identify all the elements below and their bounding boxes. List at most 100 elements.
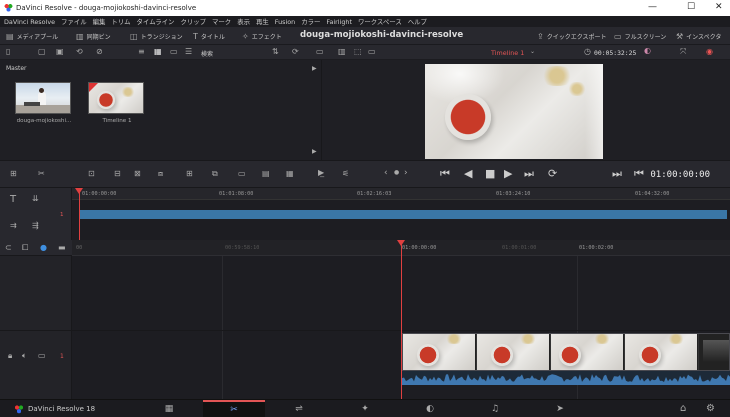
page-edit[interactable]: ⇌ [268, 400, 330, 417]
transform-icon[interactable]: ⤧ [680, 48, 686, 56]
audio-waveform[interactable] [402, 371, 730, 385]
settings-icon[interactable]: ⚙ [706, 403, 715, 414]
linked-selection-icon[interactable]: ⧠ [22, 244, 28, 252]
speaker-icon[interactable]: 🔈︎ [22, 352, 27, 360]
sidebar-toggle-icon[interactable]: ▯ [6, 48, 10, 56]
lock-icon[interactable]: 🔒︎ [8, 352, 12, 360]
insert-icon[interactable]: ⊡ [88, 170, 95, 178]
close-up-icon[interactable]: ▤ [262, 170, 270, 178]
fullscreen-button[interactable]: ▭ フルスクリーン [614, 32, 666, 41]
menu-davinci[interactable]: DaVinci Resolve [4, 18, 55, 26]
loop-icon[interactable]: ⟳ [548, 168, 557, 179]
media-clip-timeline[interactable]: Timeline 1 [88, 82, 146, 124]
viewer-zoom-icon[interactable]: ⬚ [354, 48, 362, 56]
audio-track-icon[interactable]: ⇶ [32, 222, 39, 230]
menu-timeline[interactable]: タイムライン [137, 17, 175, 26]
sort-icon[interactable]: ⇅ [272, 48, 279, 56]
media-clip-video[interactable]: douga-mojiokoshi... [15, 82, 73, 124]
page-cut[interactable]: ✂ [203, 400, 265, 417]
mini-timeline[interactable]: 01:00:00:00 01:01:08:00 01:02:16:03 01:0… [60, 188, 730, 240]
play-icon[interactable]: ▶ [504, 168, 512, 179]
refresh-icon[interactable]: ⟳ [292, 48, 299, 56]
monitor-icon[interactable]: ▭ [38, 352, 46, 360]
quick-export-button[interactable]: ⇪ クイックエクスポート [537, 32, 607, 41]
jog-dot-icon[interactable]: ● [394, 170, 399, 176]
collapse-media-icon[interactable]: ▶ [312, 66, 317, 72]
play-reverse-icon[interactable]: ◀ [464, 168, 472, 179]
title-track-icon[interactable]: T [10, 195, 16, 205]
transitions-button[interactable]: ◫ トランジション [130, 32, 183, 41]
menu-playback[interactable]: 再生 [256, 17, 269, 26]
stop-icon[interactable]: ■ [485, 168, 495, 179]
menu-clip[interactable]: クリップ [180, 17, 206, 26]
timeline-playhead[interactable] [401, 242, 402, 399]
list-view-icon[interactable]: ≡ [138, 48, 145, 56]
mini-playhead-handle[interactable] [75, 188, 83, 194]
filmstrip-view-icon[interactable]: ▭ [170, 48, 178, 56]
page-deliver[interactable]: ➤ [529, 400, 591, 417]
fit-to-fill-icon[interactable]: ⧈ [158, 170, 163, 178]
ripple-icon[interactable]: ⧉ [212, 170, 218, 178]
menu-edit[interactable]: 編集 [93, 17, 106, 26]
replace-icon[interactable]: ⊠ [134, 170, 141, 178]
snapping-icon[interactable]: ⊂ [5, 244, 12, 252]
titles-button[interactable]: T タイトル [193, 32, 225, 41]
timeline-playhead-handle[interactable] [397, 240, 405, 246]
home-icon[interactable]: ⌂ [680, 403, 686, 414]
go-to-start-icon[interactable]: ⏮ [440, 168, 450, 179]
search-label[interactable]: 検索 [201, 49, 213, 58]
smart-bin-icon[interactable]: ⊘ [96, 48, 103, 56]
media-pool-button[interactable]: ▤ メディアプール [6, 32, 58, 41]
timeline-tracks[interactable]: 00 00:59:58:10 01:00:00:00 01:00:01:00 0… [72, 240, 730, 399]
thumbnail-view-icon[interactable]: ▦ [154, 48, 162, 56]
video-track-icon[interactable]: ⇉ [10, 222, 17, 230]
new-timeline-icon[interactable]: ▣ [56, 48, 64, 56]
link-icon[interactable]: ⟲ [76, 48, 83, 56]
inspector-button[interactable]: ⚒ インスペクタ [676, 32, 721, 41]
new-bin-icon[interactable]: ▢ [38, 48, 46, 56]
menu-fairlight[interactable]: Fairlight [326, 18, 352, 26]
scissors-icon[interactable]: ✂ [38, 170, 45, 178]
source-viewer-icon[interactable]: ▭ [316, 48, 324, 56]
track-height-icon[interactable]: ▬ [58, 244, 66, 252]
menu-help[interactable]: ヘルプ [408, 17, 427, 26]
minimize-button[interactable]: — [648, 2, 657, 12]
effects-button[interactable]: ✧ エフェクト [242, 32, 282, 41]
append-icon[interactable]: ▭ [238, 170, 246, 178]
page-fusion[interactable]: ✦ [334, 400, 396, 417]
bin-label[interactable]: Master [6, 65, 27, 72]
viewer-options-icon[interactable]: ▭ [368, 48, 376, 56]
settings-sliders-icon[interactable]: ⚟ [342, 170, 349, 178]
video-clip[interactable] [402, 333, 730, 371]
maximize-button[interactable]: ☐ [687, 2, 695, 12]
mini-timeline-clip[interactable] [79, 210, 727, 219]
color-picker-icon[interactable]: ◐ [644, 47, 651, 55]
menu-view[interactable]: 表示 [237, 17, 250, 26]
page-color[interactable]: ◐ [399, 400, 461, 417]
play-area-icon[interactable]: ▶̲ [318, 169, 324, 177]
menu-color[interactable]: カラー [301, 17, 320, 26]
page-media[interactable]: ▦ [138, 400, 200, 417]
track-options-icon[interactable]: ⇊ [32, 195, 39, 203]
mini-ruler[interactable]: 01:00:00:00 01:01:08:00 01:02:16:03 01:0… [72, 188, 730, 200]
sync-bin-button[interactable]: ▥ 同期ビン [76, 32, 111, 41]
menu-fusion[interactable]: Fusion [275, 18, 295, 26]
expand-icon[interactable]: ▶ [312, 149, 317, 155]
position-lock-icon[interactable]: ● [40, 244, 47, 252]
menu-workspace[interactable]: ワークスペース [358, 17, 402, 26]
dual-viewer-icon[interactable]: ▥ [338, 48, 346, 56]
next-edit-icon[interactable]: ⏮ [634, 168, 644, 179]
page-fairlight[interactable]: ♫ [464, 400, 526, 417]
menu-file[interactable]: ファイル [61, 17, 87, 26]
jog-left-icon[interactable]: ‹ [384, 169, 388, 178]
mini-playhead[interactable] [79, 190, 80, 240]
overwrite-icon[interactable]: ⊟ [114, 170, 121, 178]
detail-view-icon[interactable]: ☰ [185, 48, 192, 56]
timeline-selector[interactable]: Timeline 1 [491, 49, 524, 57]
jog-right-icon[interactable]: › [404, 169, 408, 178]
layout-icon[interactable]: ⊞ [10, 170, 17, 178]
menu-trim[interactable]: トリム [111, 17, 130, 26]
menu-mark[interactable]: マーク [212, 17, 231, 26]
place-on-top-icon[interactable]: ⊞ [186, 170, 193, 178]
source-overwrite-icon[interactable]: ▦ [286, 170, 294, 178]
